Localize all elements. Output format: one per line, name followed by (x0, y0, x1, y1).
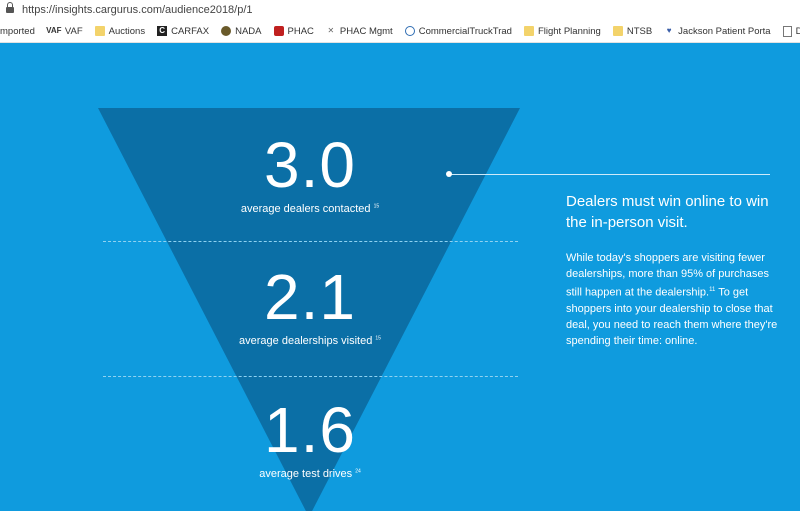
page-icon (782, 25, 792, 37)
bookmark-item[interactable]: VAF VAF (46, 25, 83, 37)
bookmark-label: CARFAX (171, 25, 210, 37)
bookmark-item[interactable]: CommercialTruckTrad (404, 25, 512, 37)
heart-icon: ♥ (666, 26, 672, 35)
bookmark-label: NTSB (626, 25, 653, 37)
divider-1 (103, 241, 518, 242)
divider-2 (103, 376, 518, 377)
stat-test-drives: 1.6 average test drives 24 (110, 398, 510, 480)
bookmark-item[interactable]: DH.net (782, 25, 800, 37)
stat-label: average dealers contacted 15 (240, 203, 380, 215)
carfax-icon: C (157, 26, 168, 36)
connector-dot (446, 171, 452, 177)
bookmark-item[interactable]: C CARFAX (157, 26, 209, 37)
phac-icon (273, 26, 284, 36)
folder-icon (523, 26, 534, 36)
connector-line (449, 174, 770, 175)
stat-dealerships-visited: 2.1 average dealerships visited 15 (110, 265, 510, 347)
bookmark-item[interactable]: PHAC (273, 25, 314, 37)
bookmark-item[interactable]: Auctions (94, 25, 146, 37)
bookmark-item[interactable]: ♥ Jackson Patient Porta (664, 25, 771, 37)
bookmark-label: NADA (235, 25, 262, 37)
stat-value: 3.0 (264, 129, 356, 201)
folder-icon (94, 26, 105, 36)
bookmarks-bar: mported VAF VAF Auctions C CARFAX NADA PHAC ✕ PHA… (0, 20, 800, 43)
hero-section: 3.0 average dealers contacted 15 2.1 ave… (0, 43, 800, 511)
stat-label: average dealerships visited 15 (239, 335, 381, 347)
bookmark-label: Jackson Patient Porta (678, 25, 771, 37)
bookmark-label: DH.net (796, 26, 800, 37)
bookmark-label: mported (0, 25, 35, 37)
bookmark-label: PHAC (287, 25, 314, 37)
section-heading: Dealers must win online to win the in-pe… (566, 193, 769, 231)
bookmark-label: Flight Planning (537, 25, 601, 37)
section-paragraph: While today's shoppers are visiting fewe… (566, 252, 778, 347)
truck-icon (404, 26, 415, 36)
folder-icon (612, 26, 623, 36)
stat-label: average test drives 24 (259, 468, 361, 480)
bookmark-label: PHAC Mgmt (339, 25, 393, 37)
tools-icon: ✕ (327, 26, 335, 35)
bookmark-label: CommercialTruckTrad (418, 25, 512, 37)
bookmark-label: VAF (64, 25, 83, 37)
url-text: https://insights.cargurus.com/audience20… (22, 4, 253, 16)
nada-icon (221, 26, 232, 36)
bookmark-item[interactable]: Flight Planning (523, 25, 601, 37)
bookmark-item[interactable]: NADA (221, 25, 262, 37)
stat-value: 2.1 (264, 261, 356, 333)
bookmark-item[interactable]: mported (0, 26, 35, 37)
bookmark-label: Auctions (108, 25, 146, 37)
lock-icon (6, 2, 14, 14)
vaf-logo-icon: VAF (46, 26, 62, 35)
bookmark-item[interactable]: ✕ PHAC Mgmt (326, 26, 393, 37)
address-bar[interactable]: https://insights.cargurus.com/audience20… (0, 0, 800, 20)
bookmark-item[interactable]: NTSB (612, 25, 653, 37)
stat-value: 1.6 (264, 394, 356, 466)
